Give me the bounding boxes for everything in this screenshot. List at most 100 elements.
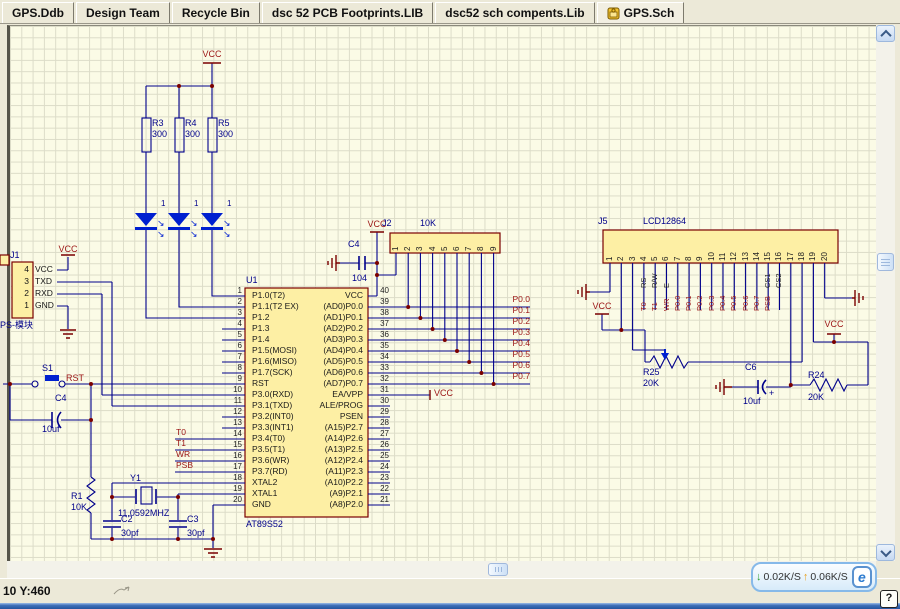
u1-pin-row: 31 EA/VPP: [248, 389, 389, 400]
r3-value: 300: [152, 129, 167, 139]
power-label-vcc: VCC: [589, 301, 615, 311]
scroll-down-button[interactable]: [876, 544, 895, 561]
cursor-sketch-icon: [112, 584, 134, 597]
pin-name: (AD6)P0.6: [251, 368, 363, 377]
scroll-up-button[interactable]: [876, 25, 895, 42]
pin-number: 18: [222, 474, 242, 482]
net-label: P0.0: [470, 294, 530, 305]
pin-number: 3: [222, 309, 242, 317]
pin-number: 26: [369, 441, 389, 449]
pin-number: 27: [369, 430, 389, 438]
u1-pin-row: 36 (AD3)P0.3: [248, 334, 389, 345]
net-label: T0: [176, 427, 216, 438]
j2-pin-number: 9: [488, 236, 500, 251]
ie-browser-icon[interactable]: e: [852, 566, 872, 588]
pin-number: 5: [222, 331, 242, 339]
pin-number: 6: [222, 342, 242, 350]
j2-pin-numbers: 123456789: [390, 236, 500, 251]
u1-part-number: AT89S52: [246, 519, 283, 529]
j2-pin-number: 1: [390, 236, 402, 251]
u1-pin-row: 34 (AD5)P0.5: [248, 356, 389, 367]
tab-label: Design Team: [86, 6, 160, 20]
net-label: P0.3: [706, 283, 717, 311]
j2-pin-number: 4: [427, 236, 439, 251]
horizontal-scrollbar[interactable]: [7, 561, 876, 578]
r3-designator: R3: [152, 118, 164, 128]
pin-number: 29: [369, 408, 389, 416]
network-speed-widget[interactable]: ↓ 0.02K/S ↑ 0.06K/S e: [751, 562, 877, 592]
j2-pin-number: 7: [463, 236, 475, 251]
pin-name: (A13)P2.5: [251, 445, 363, 454]
r1-designator: R1: [71, 491, 83, 501]
pin-number: 20: [222, 496, 242, 504]
pin-number: 39: [369, 298, 389, 306]
tab-recycle-bin[interactable]: Recycle Bin: [172, 2, 260, 23]
pin-number: 32: [369, 375, 389, 383]
net-label: P0.7: [751, 283, 762, 311]
power-label-vcc: VCC: [821, 319, 847, 329]
chevron-down-icon: [880, 545, 891, 556]
horizontal-scrollbar-thumb[interactable]: [488, 563, 508, 576]
tab-gps-ddb[interactable]: GPS.Ddb: [2, 2, 74, 23]
p0-net-labels: P0.0P0.1P0.2P0.3P0.4P0.5P0.6P0.7: [470, 294, 530, 382]
u1-designator: U1: [246, 275, 258, 285]
pin-number: 28: [369, 419, 389, 427]
vertical-scrollbar-thumb[interactable]: [877, 253, 894, 271]
tab-pcb-footprints-lib[interactable]: dsc 52 PCB Footprints.LIB: [262, 2, 433, 23]
c3-value: 30pf: [187, 528, 205, 538]
upload-arrow-icon: ↑: [803, 571, 809, 583]
j5-pin-number: 18: [796, 233, 807, 261]
u1-right-pins: 40 VCC 39 (AD0)P0.0 38 (AD1)P0.1 37 (AD2…: [248, 290, 389, 510]
u1-pin-row: 37 (AD2)P0.2: [248, 323, 389, 334]
chevron-up-icon: [880, 29, 891, 40]
j5-pin-number: 8: [683, 233, 694, 261]
rst-net-label: RST: [66, 373, 84, 383]
pin-name: (A15)P2.7: [251, 423, 363, 432]
j1-pin-name: RXD: [35, 288, 59, 300]
net-label: P0.2: [470, 316, 530, 327]
u1-pin-row: 35 (AD4)P0.4: [248, 345, 389, 356]
u1-pin-row: 28 (A15)P2.7: [248, 422, 389, 433]
tab-design-team[interactable]: Design Team: [76, 2, 170, 23]
j5-pin-number: 19: [807, 233, 818, 261]
c4a-value: 104: [352, 273, 367, 283]
tab-gps-sch[interactable]: GPS.Sch: [597, 2, 685, 23]
led2-label: 1: [194, 199, 198, 209]
help-button[interactable]: ?: [880, 590, 898, 608]
j5-pin-name: CS2: [773, 266, 784, 288]
c4-designator: C4: [55, 393, 67, 403]
net-label: P0.2: [694, 283, 705, 311]
r5-value: 300: [218, 129, 233, 139]
y1-designator: Y1: [130, 473, 141, 483]
j5-pin-number: 4: [638, 233, 649, 261]
j2-pin-number: 8: [475, 236, 487, 251]
net-label: P0.3: [470, 327, 530, 338]
u1-pin-row: 23 (A10)P2.2: [248, 477, 389, 488]
upload-speed: 0.06K/S: [810, 571, 847, 583]
tab-label: dsc 52 PCB Footprints.LIB: [272, 6, 423, 20]
j5-pin-number: 3: [627, 233, 638, 261]
pin-number: 30: [369, 397, 389, 405]
j5-pin-number: 15: [762, 233, 773, 261]
j1-comment: PS-模块: [0, 320, 33, 330]
pin-number: 35: [369, 342, 389, 350]
tab-label: GPS.Sch: [624, 6, 675, 20]
j5-pin-number: 11: [717, 233, 728, 261]
net-label: PSB: [762, 283, 773, 311]
c2-value: 30pf: [121, 528, 139, 538]
tab-sch-components-lib[interactable]: dsc52 sch compents.Lib: [435, 2, 594, 23]
pin-number: 9: [222, 375, 242, 383]
pin-number: 13: [222, 419, 242, 427]
r4-designator: R4: [185, 118, 197, 128]
c3-designator: C3: [187, 514, 199, 524]
pin-number: 22: [369, 485, 389, 493]
pin-number: 33: [369, 364, 389, 372]
tab-label: Recycle Bin: [182, 6, 250, 20]
net-label: T1: [176, 438, 216, 449]
c2-designator: C2: [121, 514, 133, 524]
t-net-labels: T0T1WRPSB: [176, 427, 216, 471]
j5-pin-number: 1: [604, 233, 615, 261]
vertical-scrollbar[interactable]: [876, 25, 895, 561]
u1-pin-row: 38 (AD1)P0.1: [248, 312, 389, 323]
net-label: P0.6: [740, 283, 751, 311]
